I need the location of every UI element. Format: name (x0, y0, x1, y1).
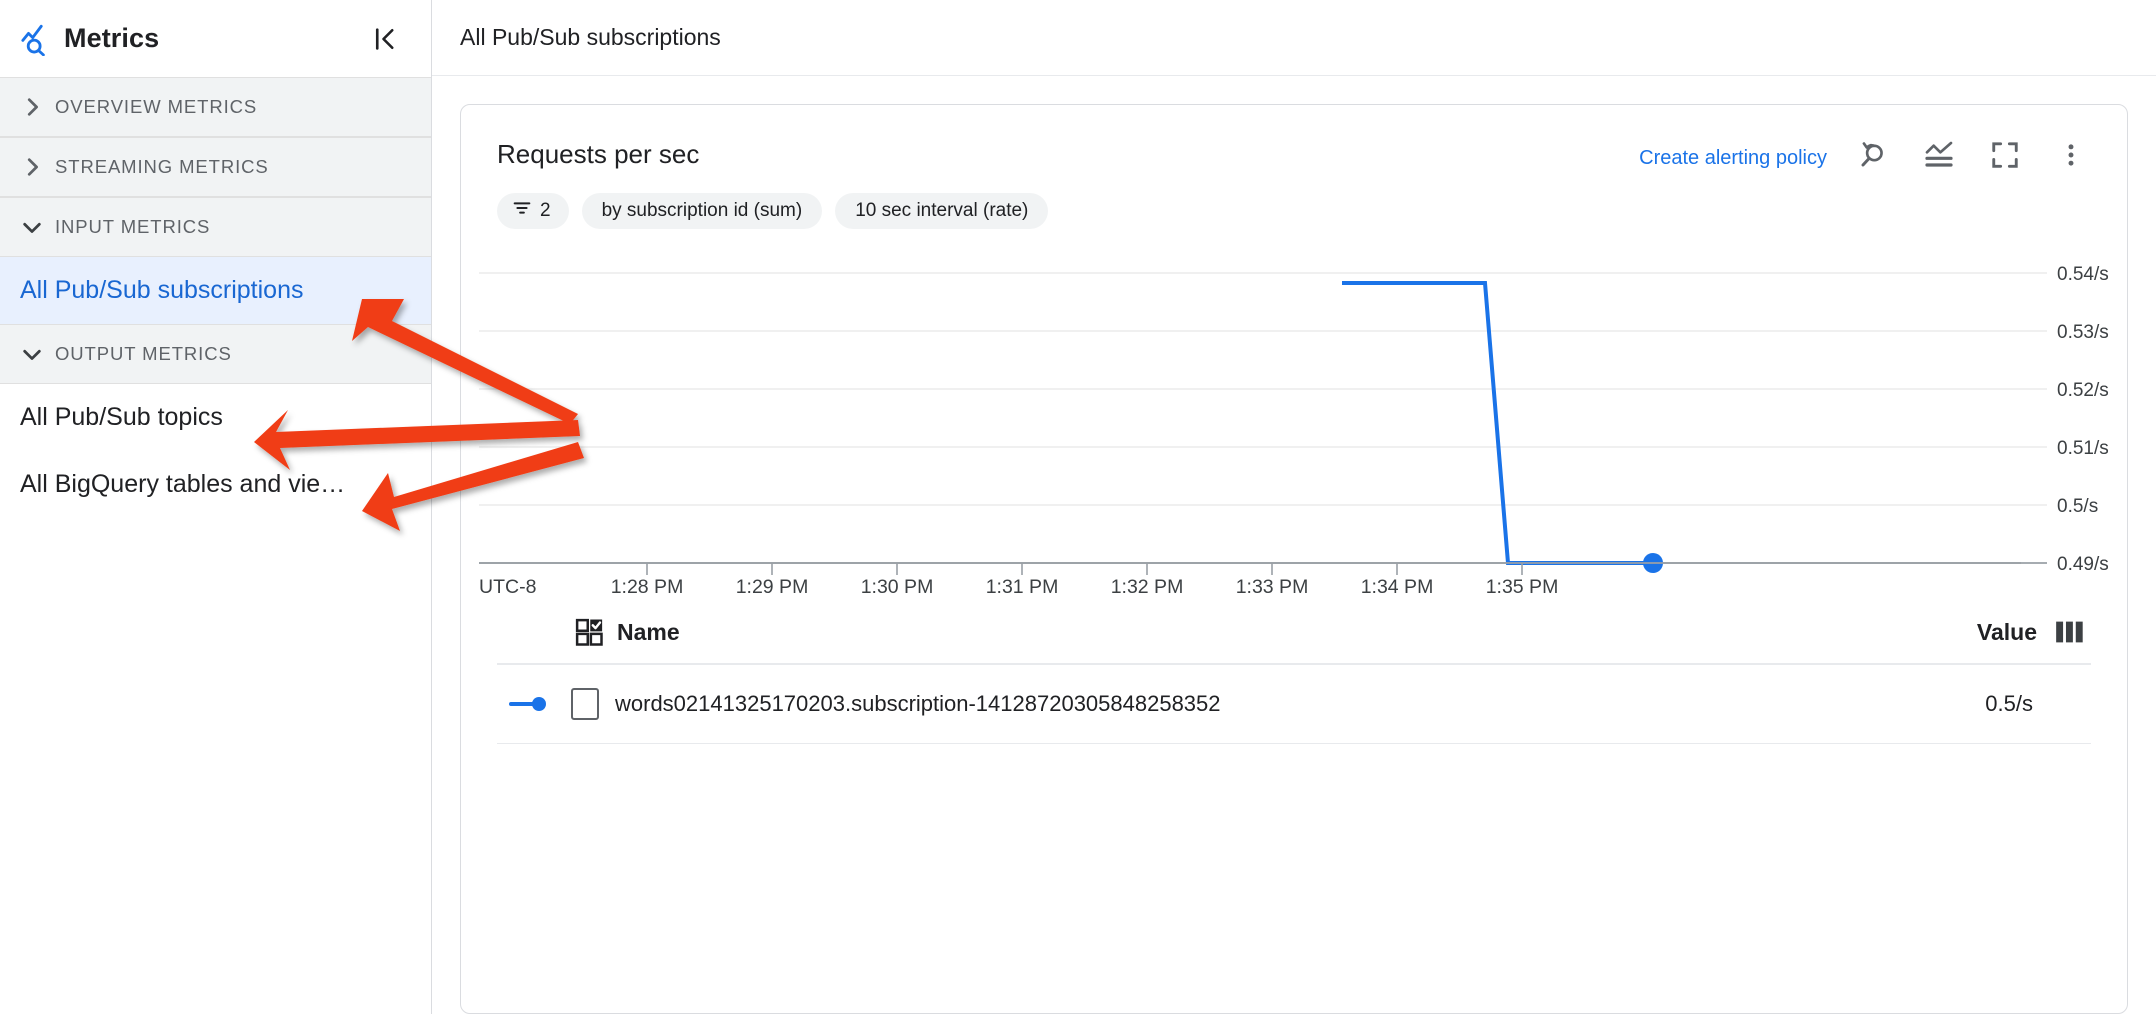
line-chart-svg: 0.54/s 0.53/s 0.52/s 0.51/s 0.5/s 0.49/s (479, 264, 2109, 596)
main-content: All Pub/Sub subscriptions Requests per s… (432, 0, 2156, 1014)
sidebar-group-overview-metrics[interactable]: OVERVIEW METRICS (0, 77, 431, 137)
sidebar-group-label: OVERVIEW METRICS (55, 96, 258, 117)
chart-actions: Create alerting policy (1639, 135, 2091, 175)
series-legend-table: Name Value words02141325170203.subscript… (497, 601, 2091, 744)
chart-card-toolbar: Requests per sec Create alerting policy (461, 105, 2127, 175)
x-tick-label: 1:28 PM (611, 576, 684, 596)
sidebar-group-streaming-metrics[interactable]: STREAMING METRICS (0, 137, 431, 197)
sidebar-header: Metrics (0, 0, 431, 77)
x-tick-label: 1:33 PM (1236, 576, 1309, 596)
sidebar: Metrics OVERVIEW METRICS STREAMING METRI… (0, 0, 432, 1014)
column-options-icon[interactable] (2055, 619, 2085, 645)
main-header: All Pub/Sub subscriptions (432, 0, 2156, 76)
sidebar-item-all-pubsub-topics[interactable]: All Pub/Sub topics (0, 384, 431, 451)
y-tick-label: 0.51/s (2057, 438, 2109, 459)
x-tick-label: 1:35 PM (1486, 576, 1559, 596)
x-tick-label: 1:32 PM (1111, 576, 1184, 596)
x-tick-label: 1:34 PM (1361, 576, 1434, 596)
sidebar-item-label: All BigQuery tables and vie… (20, 469, 346, 498)
sidebar-item-label: All Pub/Sub topics (20, 402, 223, 431)
interval-chip[interactable]: 10 sec interval (rate) (835, 193, 1049, 229)
chevron-down-icon (17, 339, 47, 369)
y-tick-label: 0.52/s (2057, 380, 2109, 401)
filter-chip-label: 2 (540, 200, 551, 221)
sidebar-group-label: INPUT METRICS (55, 216, 211, 237)
chart-series-line (1342, 281, 1663, 573)
group-by-chip-label: by subscription id (sum) (601, 200, 803, 221)
main-body: Requests per sec Create alerting policy (432, 76, 2156, 1014)
chart-card: Requests per sec Create alerting policy (460, 104, 2128, 1014)
chart-plot-area[interactable]: 0.54/s 0.53/s 0.52/s 0.51/s 0.5/s 0.49/s (461, 251, 2127, 596)
chevron-right-icon (17, 152, 47, 182)
main-header-title: All Pub/Sub subscriptions (460, 24, 721, 50)
create-alerting-policy-link[interactable]: Create alerting policy (1639, 141, 1827, 170)
chart-title: Requests per sec (497, 139, 700, 169)
column-header-value[interactable]: Value (1977, 619, 2037, 646)
table-header-row: Name Value (497, 601, 2091, 665)
chevron-down-icon (17, 212, 47, 242)
select-all-checkboxes-icon[interactable] (571, 617, 607, 647)
sidebar-group-label: OUTPUT METRICS (55, 343, 232, 364)
y-tick-label: 0.5/s (2057, 496, 2098, 517)
collapse-panel-icon[interactable] (369, 22, 403, 56)
filter-icon (511, 197, 533, 225)
series-name: words02141325170203.subscription-1412872… (615, 691, 1221, 716)
fullscreen-icon[interactable] (1985, 135, 2025, 175)
page-title: Metrics (64, 23, 160, 53)
sidebar-group-input-metrics[interactable]: INPUT METRICS (0, 197, 431, 257)
timezone-label: UTC-8 (479, 576, 536, 596)
group-by-chip[interactable]: by subscription id (sum) (581, 193, 823, 229)
chevron-right-icon (17, 92, 47, 122)
row-checkbox[interactable] (571, 688, 599, 720)
more-vert-icon[interactable] (2051, 135, 2091, 175)
metrics-explorer-app: Metrics OVERVIEW METRICS STREAMING METRI… (0, 0, 2156, 1014)
series-color-swatch (503, 694, 571, 714)
y-tick-label: 0.54/s (2057, 264, 2109, 285)
chart-x-axis-labels: UTC-8 1:28 PM 1:29 PM 1:30 PM 1:31 PM 1:… (479, 576, 1558, 596)
chart-y-axis-labels: 0.54/s 0.53/s 0.52/s 0.51/s 0.5/s 0.49/s (2057, 264, 2109, 575)
column-header-name[interactable]: Name (617, 619, 1977, 646)
chart-filter-chips: 2 by subscription id (sum) 10 sec interv… (461, 175, 2127, 229)
reset-zoom-icon[interactable] (1853, 135, 1893, 175)
chart-type-icon[interactable] (1919, 135, 1959, 175)
sidebar-group-label: STREAMING METRICS (55, 156, 269, 177)
series-value: 0.5/s (1985, 691, 2033, 716)
x-tick-label: 1:31 PM (986, 576, 1059, 596)
interval-chip-label: 10 sec interval (rate) (855, 200, 1029, 221)
sidebar-item-all-pubsub-subscriptions[interactable]: All Pub/Sub subscriptions (0, 257, 431, 324)
chart-gridlines (479, 272, 2021, 564)
y-tick-label: 0.53/s (2057, 322, 2109, 343)
sidebar-group-output-metrics[interactable]: OUTPUT METRICS (0, 324, 431, 384)
chart-x-axis (479, 562, 2021, 575)
table-row[interactable]: words02141325170203.subscription-1412872… (497, 665, 2091, 744)
sidebar-item-all-bigquery-tables[interactable]: All BigQuery tables and vie… (0, 451, 431, 518)
metrics-chart-search-icon (18, 20, 56, 58)
x-tick-label: 1:29 PM (736, 576, 809, 596)
y-tick-label: 0.49/s (2057, 554, 2109, 575)
chart-y-tick-marks (2021, 272, 2047, 564)
filter-chip[interactable]: 2 (497, 193, 569, 229)
x-tick-label: 1:30 PM (861, 576, 934, 596)
sidebar-item-label: All Pub/Sub subscriptions (20, 275, 304, 304)
